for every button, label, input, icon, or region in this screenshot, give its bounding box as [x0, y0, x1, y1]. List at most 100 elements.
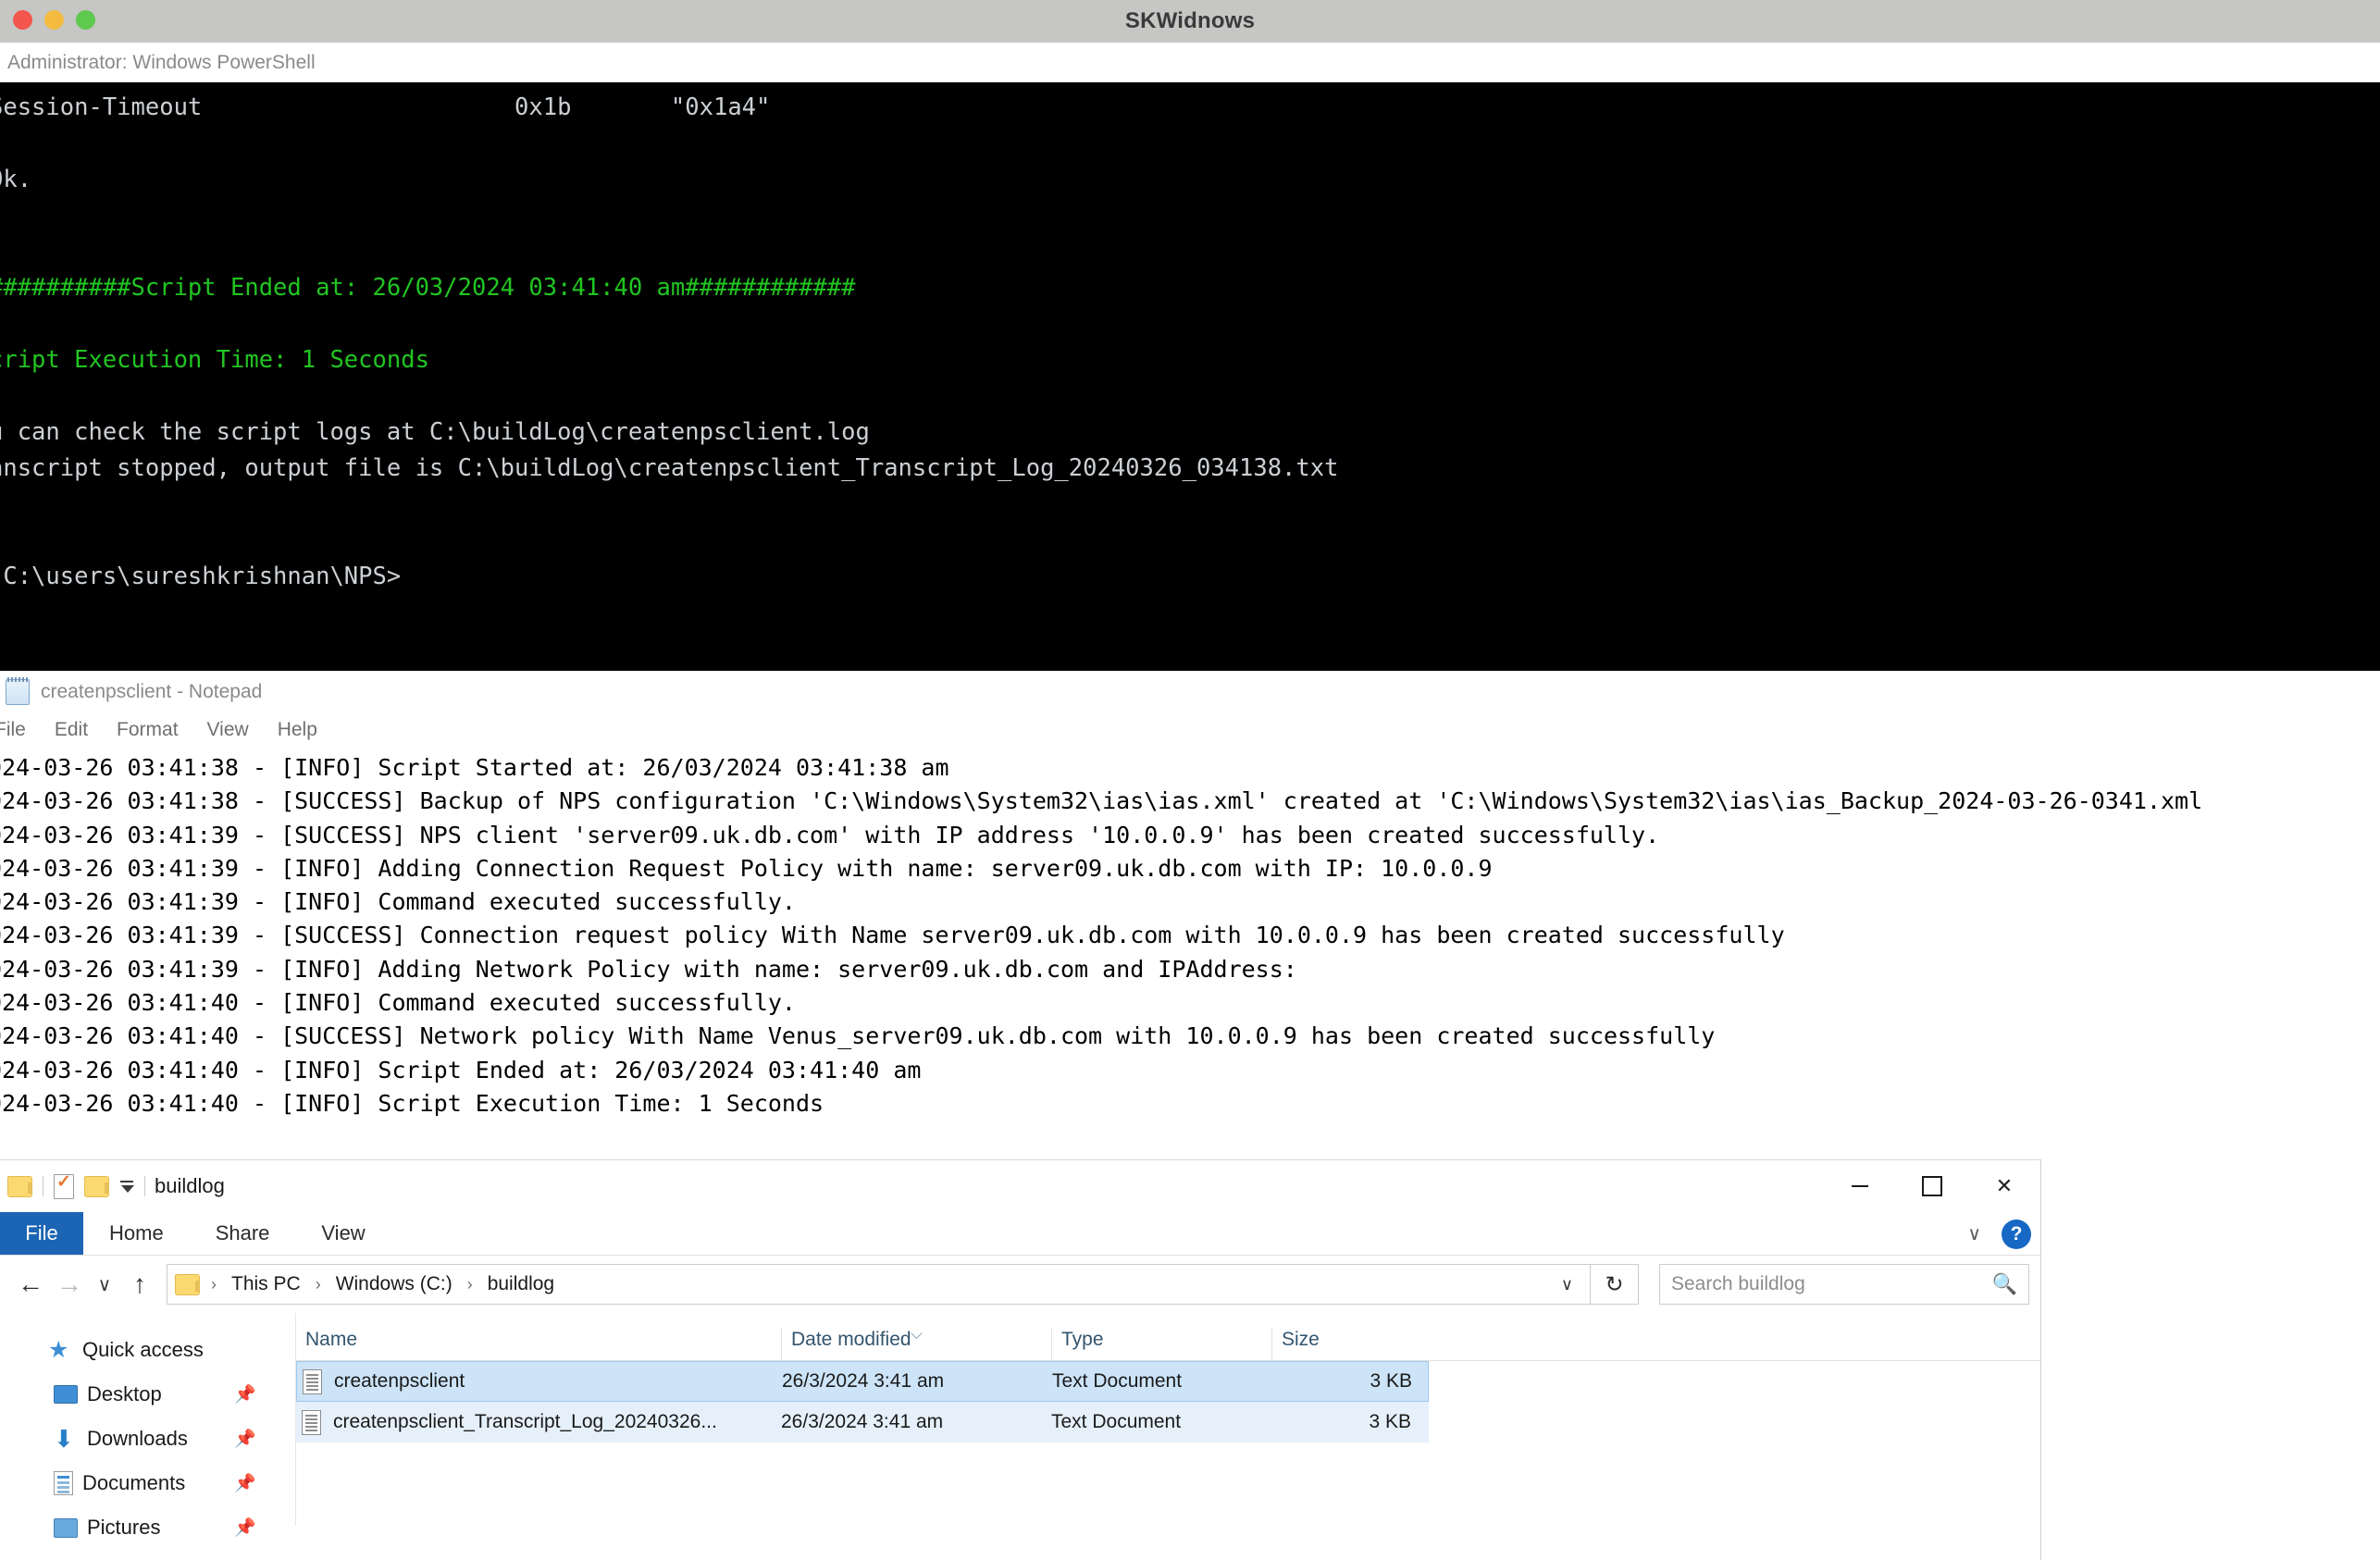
sidebar-item-label: Pictures — [87, 1516, 161, 1539]
documents-icon — [54, 1471, 73, 1495]
ribbon-tab-view[interactable]: View — [295, 1212, 390, 1255]
breadcrumb-separator-1: › — [315, 1274, 321, 1294]
search-icon[interactable]: 🔍 — [1992, 1272, 2017, 1296]
log-line: 024-03-26 03:41:40 - [INFO] Script Ended… — [0, 1056, 922, 1083]
log-line: 024-03-26 03:41:38 - [INFO] Script Start… — [0, 754, 949, 781]
file-explorer-window: buildlog ✕ File Home Share View ∨ ? ← → … — [0, 1159, 2041, 1560]
explorer-app-icon — [7, 1175, 32, 1197]
log-line: 024-03-26 03:41:40 - [INFO] Script Execu… — [0, 1089, 824, 1117]
breadcrumb-item-buildlog[interactable]: buildlog — [484, 1271, 558, 1297]
sidebar-item-label: Desktop — [87, 1382, 162, 1405]
text-document-icon — [303, 1368, 322, 1394]
table-row[interactable]: createnpsclient 26/3/2024 3:41 am Text Doc… — [296, 1361, 1429, 1402]
search-input[interactable]: Search buildlog 🔍 — [1659, 1264, 2029, 1305]
text-document-icon — [302, 1409, 321, 1435]
sidebar-item-downloads[interactable]: ⬇ Downloads 📌 — [0, 1417, 295, 1461]
notepad-title: createnpsclient - Notepad — [41, 680, 263, 702]
file-type-cell: Text Document — [1051, 1411, 1182, 1432]
log-line: 024-03-26 03:41:38 - [SUCCESS] Backup of… — [0, 787, 2203, 815]
sidebar-item-pictures[interactable]: Pictures 📌 — [0, 1505, 295, 1550]
file-list-pane: Name ⌵ Date modified Type Size createnps… — [296, 1313, 2040, 1526]
powershell-console-output[interactable]: Session-Timeout 0x1b "0x1a4" Ok. #######… — [0, 82, 2380, 671]
notepad-menu-view[interactable]: View — [207, 719, 249, 741]
explorer-ribbon-tabs: File Home Share View ∨ ? — [0, 1212, 2040, 1256]
file-date-cell: 26/3/2024 3:41 am — [781, 1411, 944, 1432]
explorer-minimize-button[interactable] — [1824, 1160, 1896, 1212]
log-line: 024-03-26 03:41:39 - [SUCCESS] Connectio… — [0, 922, 1785, 949]
breadcrumb-item-this-pc[interactable]: This PC — [228, 1271, 304, 1297]
column-header-type[interactable]: Type — [1051, 1329, 1271, 1360]
ribbon-tab-file[interactable]: File — [0, 1212, 83, 1255]
console-line: Session-Timeout 0x1b "0x1a4" — [0, 93, 771, 121]
console-line: C:\users\sureshkrishnan\NPS> — [0, 563, 402, 590]
pin-icon[interactable]: 📌 — [234, 1428, 256, 1450]
ribbon-collapse-chevron-down-icon[interactable]: ∨ — [1967, 1222, 1981, 1245]
sidebar-item-label: Downloads — [87, 1427, 188, 1450]
notepad-menu-file[interactable]: File — [0, 719, 26, 741]
pin-icon[interactable]: 📌 — [234, 1517, 256, 1539]
help-icon[interactable]: ? — [2002, 1219, 2031, 1249]
navigation-pane: ★ Quick access Desktop 📌 ⬇ Downloads 📌 Document… — [0, 1313, 296, 1539]
file-size-cell: 3 KB — [1369, 1411, 1411, 1432]
recent-locations-chevron-down-icon[interactable]: ∨ — [89, 1265, 120, 1304]
breadcrumb-separator-0: › — [211, 1274, 217, 1294]
notepad-text-area[interactable]: 024-03-26 03:41:38 - [INFO] Script Start… — [0, 748, 2380, 1120]
up-button[interactable]: ↑ — [120, 1265, 159, 1304]
customize-toolbar-chevron-down-icon[interactable] — [119, 1180, 134, 1193]
notepad-window: createnpsclient - Notepad File Edit Format… — [0, 671, 2380, 1143]
column-header-name[interactable]: Name — [296, 1329, 781, 1360]
file-name-cell: createnpsclient — [297, 1368, 782, 1394]
explorer-maximize-button[interactable] — [1896, 1160, 1968, 1212]
file-name-label: createnpsclient_Transcript_Log_20240326.… — [333, 1411, 717, 1432]
column-header-date-modified-label: Date modified — [791, 1329, 911, 1350]
back-button[interactable]: ← — [11, 1265, 50, 1304]
zoom-window-button[interactable] — [76, 10, 95, 30]
address-dropdown-chevron-down-icon[interactable]: ∨ — [1561, 1275, 1582, 1294]
notepad-titlebar: createnpsclient - Notepad — [0, 671, 2380, 712]
breadcrumb[interactable]: › This PC › Windows (C:) › buildlog ∨ — [167, 1264, 1591, 1305]
notepad-menu-format[interactable]: Format — [117, 719, 179, 741]
file-name-label: createnpsclient — [334, 1370, 465, 1392]
properties-icon[interactable] — [54, 1171, 74, 1199]
sort-ascending-chevron-icon: ⌵ — [911, 1325, 923, 1343]
refresh-button[interactable]: ↻ — [1591, 1264, 1639, 1305]
pin-icon[interactable]: 📌 — [234, 1383, 256, 1405]
forward-button[interactable]: → — [50, 1265, 89, 1304]
breadcrumb-folder-icon — [175, 1273, 200, 1295]
host-window-titlebar: SKWidnows — [0, 0, 2380, 43]
powershell-title: Administrator: Windows PowerShell — [7, 51, 316, 73]
sidebar-item-quick-access[interactable]: ★ Quick access — [0, 1328, 295, 1372]
explorer-titlebar: buildlog ✕ — [0, 1160, 2040, 1212]
traffic-light-buttons — [13, 10, 95, 30]
breadcrumb-item-windows-c[interactable]: Windows (C:) — [332, 1271, 456, 1297]
quick-access-toolbar — [7, 1171, 145, 1199]
log-line: 024-03-26 03:41:39 - [SUCCESS] NPS clien… — [0, 821, 1660, 848]
notepad-menu-edit[interactable]: Edit — [55, 719, 88, 741]
console-line: ##########Script Ended at: 26/03/2024 03… — [0, 274, 856, 302]
explorer-close-button[interactable]: ✕ — [1968, 1160, 2040, 1212]
sidebar-item-desktop[interactable]: Desktop 📌 — [0, 1372, 295, 1417]
new-folder-icon[interactable] — [84, 1175, 109, 1197]
file-list-column-headers: Name ⌵ Date modified Type Size — [296, 1313, 2040, 1361]
ribbon-tab-home[interactable]: Home — [83, 1212, 190, 1255]
log-line: 024-03-26 03:41:39 - [INFO] Adding Conne… — [0, 854, 1493, 882]
console-line: anscript stopped, output file is C:\buil… — [0, 454, 1339, 482]
pin-icon[interactable]: 📌 — [234, 1472, 256, 1494]
minimize-window-button[interactable] — [44, 10, 64, 30]
log-line: 024-03-26 03:41:39 - [INFO] Adding Netwo… — [0, 955, 1297, 983]
close-window-button[interactable] — [13, 10, 32, 30]
powershell-titlebar: Administrator: Windows PowerShell — [0, 43, 2380, 82]
file-size-cell: 3 KB — [1370, 1370, 1412, 1392]
log-line: 024-03-26 03:41:40 - [INFO] Command exec… — [0, 989, 796, 1017]
notepad-menu-help[interactable]: Help — [278, 719, 317, 741]
table-row[interactable]: createnpsclient_Transcript_Log_20240326.… — [296, 1402, 1429, 1442]
column-header-date-modified[interactable]: ⌵ Date modified — [781, 1325, 1051, 1360]
sidebar-item-documents[interactable]: Documents 📌 — [0, 1461, 295, 1505]
column-header-size[interactable]: Size — [1271, 1329, 1422, 1360]
ribbon-right-controls: ∨ ? — [1967, 1212, 2031, 1256]
ribbon-tab-share[interactable]: Share — [190, 1212, 296, 1255]
